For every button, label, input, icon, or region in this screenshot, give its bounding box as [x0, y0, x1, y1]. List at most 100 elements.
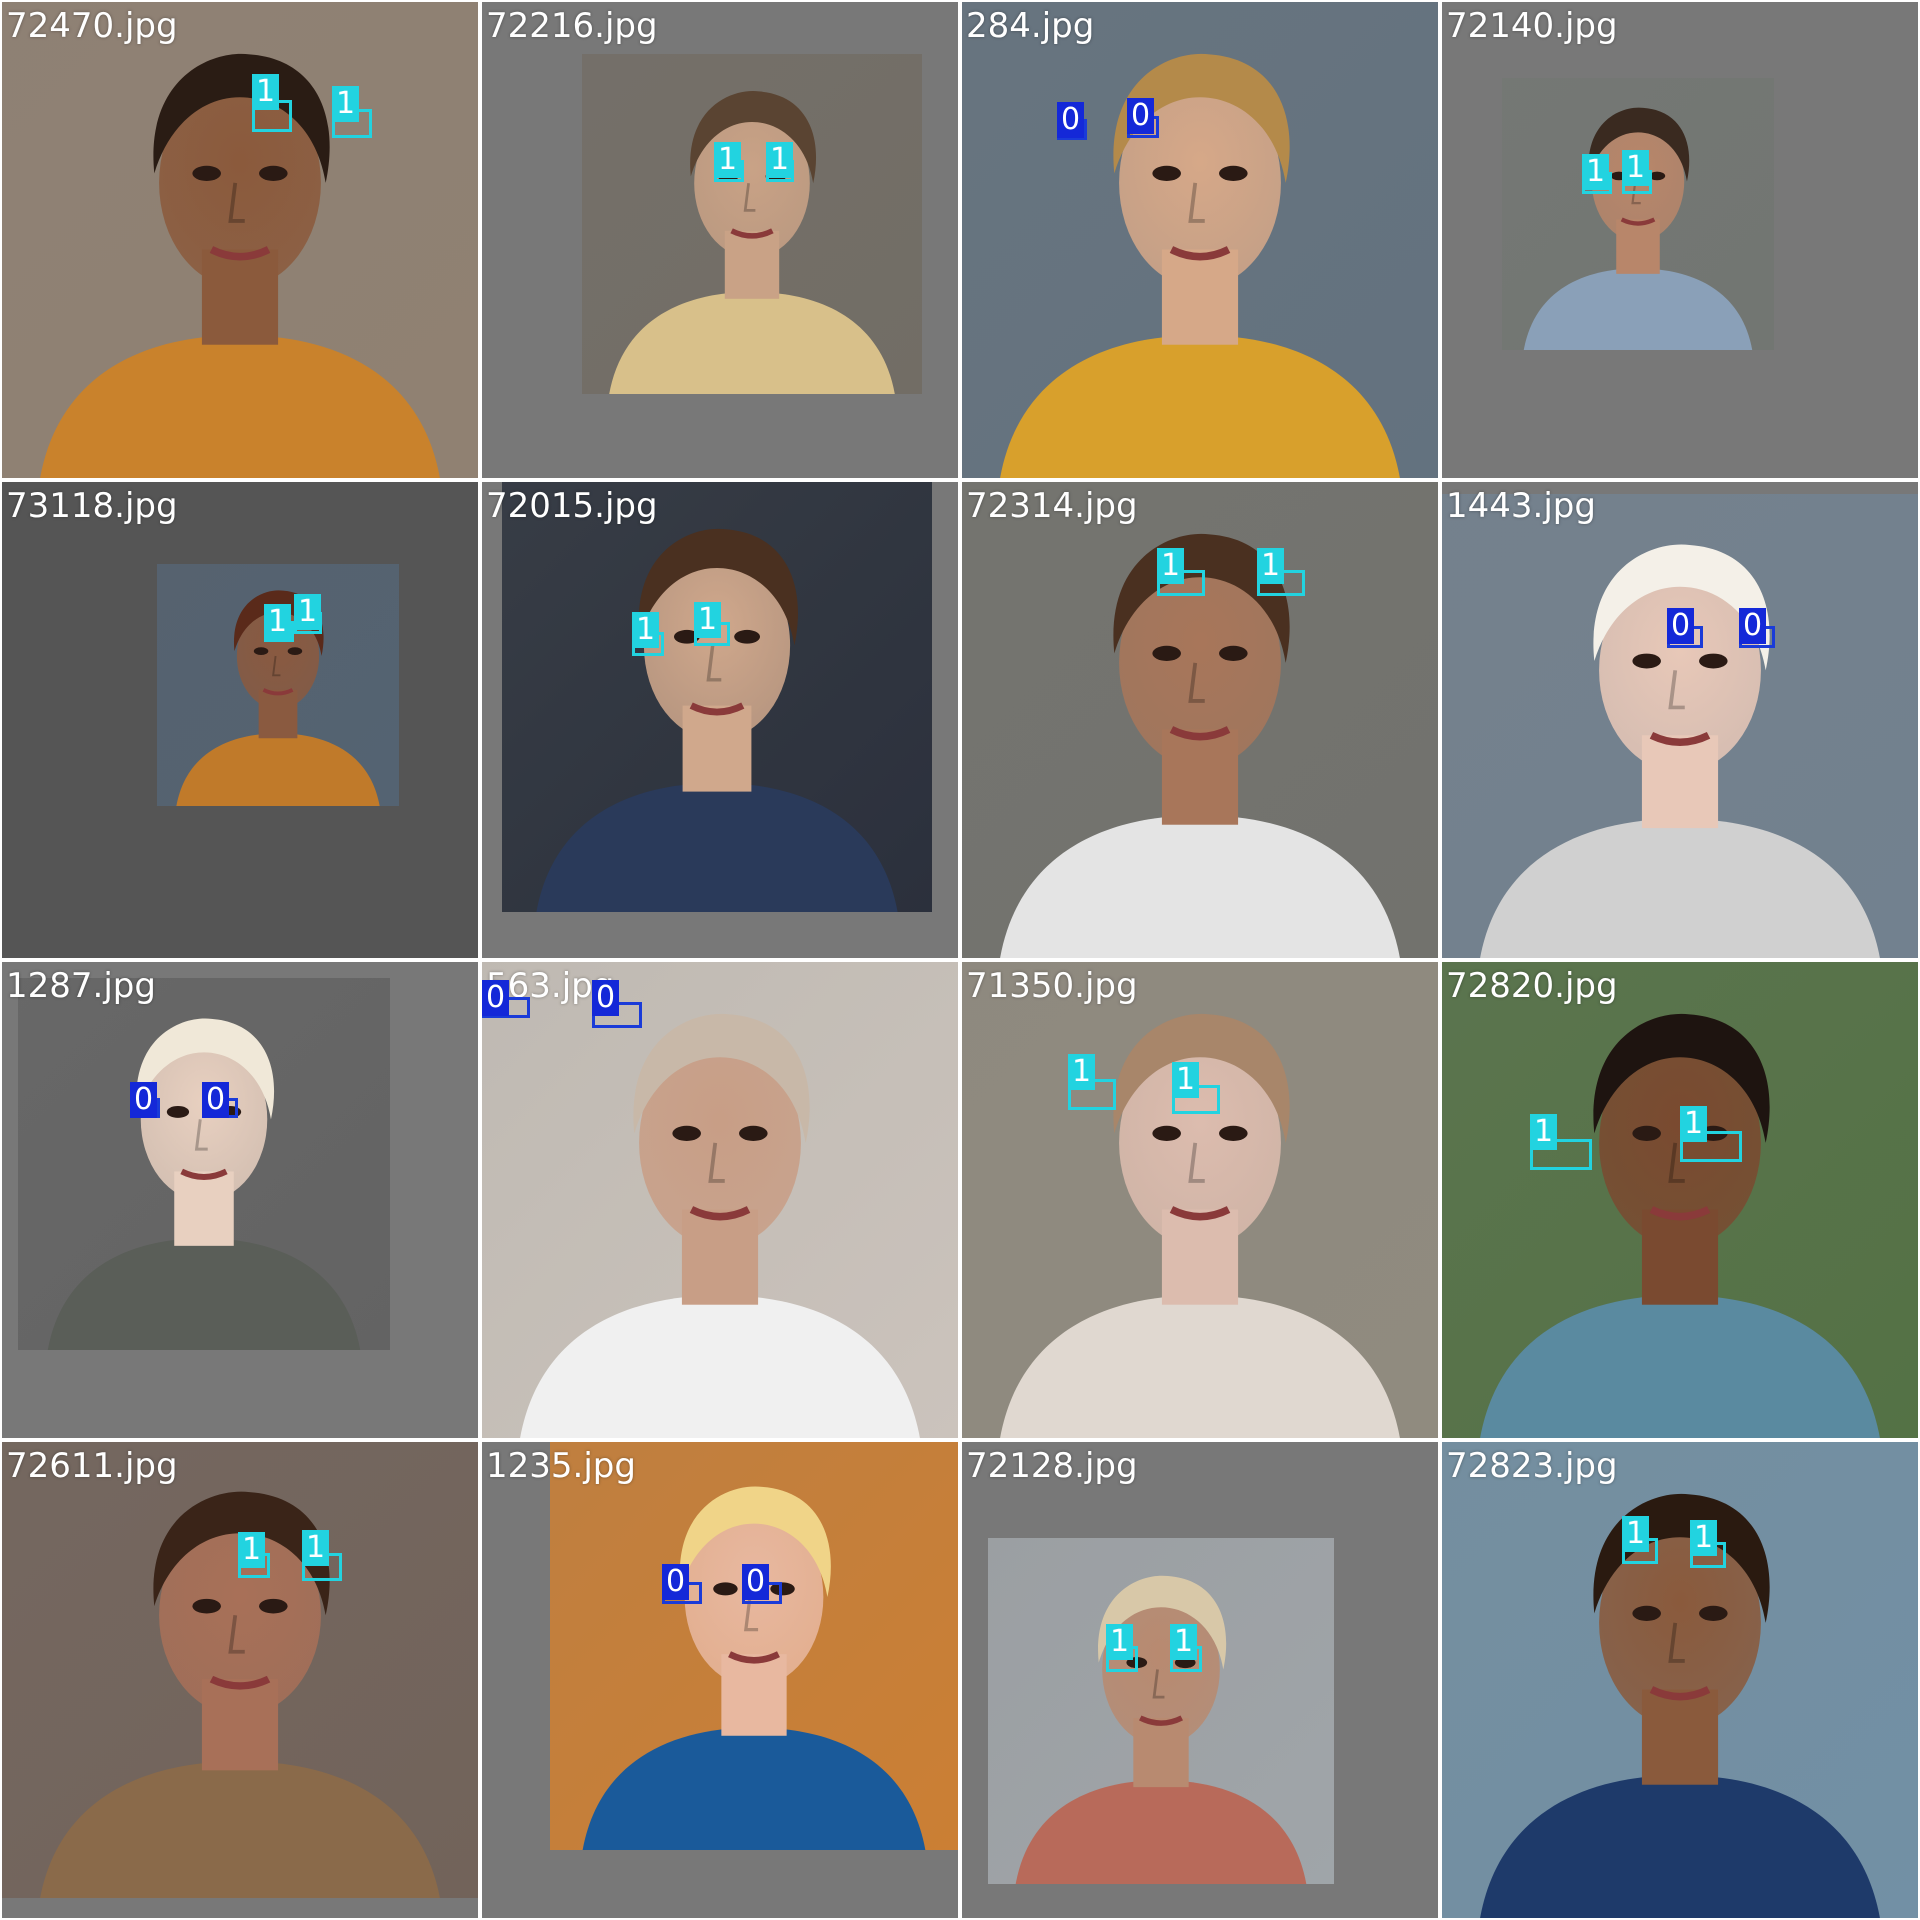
portrait-photo	[157, 564, 399, 806]
tile-filename: 1235.jpg	[486, 1446, 636, 1486]
portrait-photo	[1442, 494, 1918, 958]
eye-detection: 0	[202, 1082, 238, 1118]
eye-detection: 1	[238, 1532, 270, 1578]
portrait-drawing	[962, 962, 1438, 1438]
detection-class-label: 1	[252, 74, 280, 110]
tile-filename: 72611.jpg	[6, 1446, 178, 1486]
tile-filename: 72216.jpg	[486, 6, 658, 46]
detection-class-label: 1	[1068, 1054, 1096, 1090]
portrait-photo	[18, 978, 390, 1350]
portrait-photo	[1442, 962, 1918, 1438]
detection-class-label: 1	[302, 1530, 330, 1566]
eye-detection: 1	[1582, 154, 1612, 194]
detection-class-label: 0	[1127, 98, 1155, 134]
tile-filename: 72314.jpg	[966, 486, 1138, 526]
detection-class-label: 1	[238, 1532, 266, 1568]
portrait-photo	[2, 1442, 478, 1898]
portrait-photo	[988, 1538, 1334, 1884]
eye-detection: 1	[1622, 1516, 1658, 1564]
detection-class-label: 1	[1622, 150, 1650, 186]
portrait-drawing	[1442, 1442, 1918, 1918]
portrait-drawing	[18, 978, 390, 1350]
tile-filename: 72128.jpg	[966, 1446, 1138, 1486]
eye-detection: 1	[632, 612, 664, 656]
image-tile: 72470.jpg 1 1	[2, 2, 478, 478]
portrait-drawing	[582, 54, 922, 394]
portrait-drawing	[482, 962, 958, 1438]
eye-detection: 0	[130, 1082, 160, 1118]
image-tile: 72314.jpg 1 1	[962, 482, 1438, 958]
image-tile: 1287.jpg 0 0	[2, 962, 478, 1438]
portrait-photo	[1442, 1442, 1918, 1918]
detection-class-label: 1	[1257, 548, 1285, 584]
portrait-drawing	[1442, 494, 1918, 958]
portrait-drawing	[550, 1442, 958, 1850]
detection-class-label: 1	[1622, 1516, 1650, 1552]
eye-detection: 0	[742, 1564, 782, 1604]
detection-class-label: 1	[1157, 548, 1185, 584]
tile-filename: 72820.jpg	[1446, 966, 1618, 1006]
detection-class-label: 0	[482, 980, 510, 1016]
image-tile: 563.jpg 0 0	[482, 962, 958, 1438]
detection-class-label: 0	[1667, 608, 1695, 644]
tile-filename: 1443.jpg	[1446, 486, 1596, 526]
detection-class-label: 0	[742, 1564, 770, 1600]
eye-detection: 0	[1057, 102, 1087, 140]
tile-filename: 1287.jpg	[6, 966, 156, 1006]
detection-class-label: 1	[714, 142, 742, 178]
tile-filename: 72823.jpg	[1446, 1446, 1618, 1486]
detection-class-label: 1	[694, 602, 722, 638]
portrait-drawing	[988, 1538, 1334, 1884]
portrait-photo	[482, 962, 958, 1438]
tile-filename: 284.jpg	[966, 6, 1095, 46]
image-tile: 72015.jpg 1 1	[482, 482, 958, 958]
portrait-drawing	[1442, 962, 1918, 1438]
portrait-drawing	[2, 1442, 478, 1898]
image-tile: 71350.jpg 1 1	[962, 962, 1438, 1438]
eye-detection: 1	[294, 594, 322, 634]
eye-detection: 1	[1157, 548, 1205, 596]
detection-class-label: 1	[1530, 1114, 1558, 1150]
eye-detection: 0	[1667, 608, 1703, 648]
portrait-photo	[1502, 78, 1774, 350]
eye-detection: 1	[1068, 1054, 1116, 1110]
detection-class-label: 1	[294, 594, 322, 630]
eye-detection: 0	[1127, 98, 1159, 138]
detection-class-label: 1	[1172, 1062, 1200, 1098]
image-tile: 1235.jpg 0 0	[482, 1442, 958, 1918]
tile-filename: 72470.jpg	[6, 6, 178, 46]
eye-detection: 0	[482, 980, 530, 1018]
eye-detection: 1	[332, 86, 372, 138]
detection-class-label: 0	[202, 1082, 230, 1118]
eye-detection: 1	[264, 604, 294, 642]
eye-detection: 0	[662, 1564, 702, 1604]
eye-detection: 1	[694, 602, 730, 646]
eye-detection: 1	[1170, 1624, 1202, 1672]
detection-class-label: 0	[662, 1564, 690, 1600]
portrait-photo	[962, 962, 1438, 1438]
image-tile: 72128.jpg 1 1	[962, 1442, 1438, 1918]
eye-detection: 1	[714, 142, 744, 182]
detection-class-label: 0	[1057, 102, 1085, 138]
eye-detection: 1	[1680, 1106, 1742, 1162]
eye-detection: 1	[302, 1530, 342, 1581]
detection-class-label: 1	[632, 612, 660, 648]
image-tile: 72820.jpg 1 1	[1442, 962, 1918, 1438]
eye-detection: 1	[1257, 548, 1305, 596]
detection-class-label: 1	[1680, 1106, 1708, 1142]
portrait-drawing	[157, 564, 399, 806]
portrait-photo	[2, 2, 478, 478]
portrait-drawing	[1502, 78, 1774, 350]
detection-class-label: 1	[1170, 1624, 1198, 1660]
portrait-drawing	[502, 482, 932, 912]
eye-detection: 1	[1106, 1624, 1138, 1672]
detection-class-label: 1	[1106, 1624, 1134, 1660]
eye-detection: 1	[1690, 1520, 1726, 1568]
eye-detection: 0	[1739, 608, 1775, 648]
detection-class-label: 0	[592, 980, 620, 1016]
tile-filename: 73118.jpg	[6, 486, 178, 526]
detection-class-label: 1	[264, 604, 292, 640]
image-tile: 284.jpg 0 0	[962, 2, 1438, 478]
portrait-photo	[582, 54, 922, 394]
portrait-photo	[502, 482, 932, 912]
